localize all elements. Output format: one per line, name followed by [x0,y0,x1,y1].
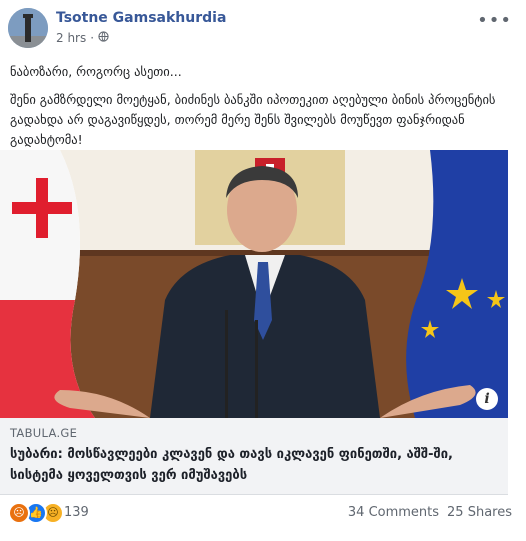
avatar-image [8,8,48,48]
reactions-count[interactable]: 139 [64,505,89,520]
link-domain: TABULA.GE [10,426,78,440]
comments-count[interactable]: 34 Comments [348,505,439,520]
post-text-line1: ნაბოზარი, როგორც ასეთი... [10,64,182,79]
link-preview-card[interactable]: TABULA.GE სუბარი: მოსწავლეები კლავენ და … [0,418,508,495]
news-photo [0,150,508,418]
reaction-icons[interactable]: ☹ 👍 ☹ [8,502,64,524]
shares-count[interactable]: 25 Shares [447,505,512,520]
author-name[interactable]: Tsotne Gamsakhurdia [56,10,226,26]
author-avatar[interactable] [8,8,48,48]
engagement-stats: 34 Comments 25 Shares [348,505,512,520]
globe-icon[interactable] [98,31,109,45]
post-timestamp[interactable]: 2 hrs [56,31,86,45]
angry-reaction-icon[interactable]: ☹ [8,502,30,524]
meta-separator: · [90,31,95,45]
more-options-icon[interactable]: ••• [477,10,512,31]
info-icon[interactable]: i [476,388,498,410]
link-title[interactable]: სუბარი: მოსწავლეები კლავენ და თავს იკლავ… [10,444,498,486]
post-footer: ☹ 👍 ☹ 139 34 Comments 25 Shares [8,502,512,526]
link-preview-image[interactable]: i [0,150,508,418]
post-meta: 2 hrs · [56,31,109,45]
post-text-line2: შენი გამზრდელი მოეტყან, ბიძინეს ბანკში ი… [10,92,496,147]
post-text: ნაბოზარი, როგორც ასეთი... შენი გამზრდელი… [10,62,516,158]
facebook-post: Tsotne Gamsakhurdia 2 hrs · ••• ნაბოზარი… [0,0,526,541]
post-header: Tsotne Gamsakhurdia 2 hrs · ••• [8,8,518,50]
